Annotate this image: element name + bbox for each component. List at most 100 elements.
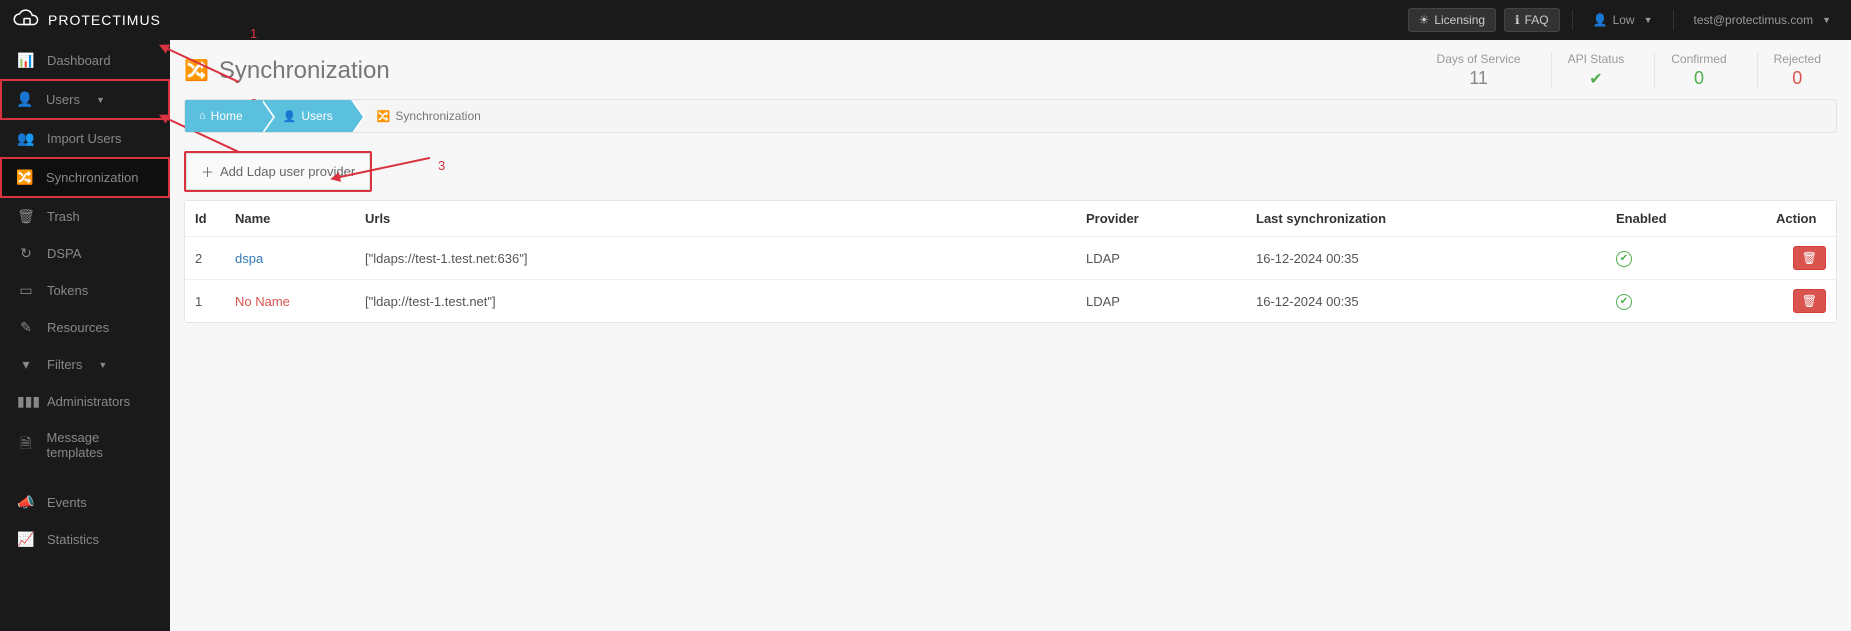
cell-id: 1 bbox=[185, 280, 225, 323]
chevron-down-icon: ▼ bbox=[96, 95, 105, 105]
sidebar-item-statistics[interactable]: 📈Statistics bbox=[0, 521, 170, 558]
main-content: 1 2 3 🔀 Synchronization Days of Service … bbox=[170, 40, 1851, 631]
stats-bar: Days of Service 11 API Status ✔ Confirme… bbox=[1421, 52, 1837, 89]
sidebar-item-trash[interactable]: 🗑 Trash bbox=[0, 198, 170, 235]
table-row: 1No Name["ldap://test-1.test.net"]LDAP16… bbox=[185, 280, 1836, 323]
separator bbox=[1673, 10, 1674, 30]
layout: 📊Dashboard 👤 Users ▼ 👥 Import Users 🔀 Synchr… bbox=[0, 40, 1851, 631]
stat-value: 0 bbox=[1671, 68, 1726, 89]
cell-enabled: ✔ bbox=[1606, 237, 1766, 280]
th-provider: Provider bbox=[1076, 201, 1246, 237]
th-id: Id bbox=[185, 201, 225, 237]
brand-name: PROTECTIMUS bbox=[48, 12, 161, 28]
chevron-down-icon: ▼ bbox=[1644, 15, 1653, 25]
cell-id: 2 bbox=[185, 237, 225, 280]
sidebar-item-events[interactable]: 📣 Events bbox=[0, 484, 170, 521]
user-icon: 👤 bbox=[283, 110, 297, 123]
document-icon: 🗎 bbox=[17, 433, 34, 457]
provider-name-link[interactable]: No Name bbox=[235, 294, 290, 309]
home-icon: ⌂ bbox=[199, 110, 206, 122]
table-head: Id Name Urls Provider Last synchronizati… bbox=[185, 201, 1836, 237]
cell-urls: ["ldaps://test-1.test.net:636"] bbox=[355, 237, 1076, 280]
th-name: Name bbox=[225, 201, 355, 237]
sidebar-label: DSPA bbox=[47, 246, 81, 261]
sidebar-item-administrators[interactable]: ▮▮▮ Administrators bbox=[0, 383, 170, 420]
table-body: 2 dspa ["ldaps://test-1.test.net:636"]LDAP… bbox=[185, 237, 1836, 323]
stat-label: Confirmed bbox=[1671, 52, 1726, 66]
breadcrumb-home[interactable]: ⌂Home bbox=[185, 100, 261, 132]
page-title: Synchronization bbox=[219, 57, 390, 85]
sidebar-item-users[interactable]: 👤 Users ▼ bbox=[0, 79, 170, 120]
bars-icon: ▮▮▮ bbox=[17, 393, 35, 410]
cell-provider: LDAP bbox=[1076, 280, 1246, 323]
sidebar-item-filters[interactable]: ▾Filters▼ bbox=[0, 346, 170, 383]
sidebar-label: Import Users bbox=[47, 131, 121, 146]
edit-icon: ✎ bbox=[17, 319, 35, 336]
brand-logo[interactable]: PROTECTIMUS bbox=[12, 9, 161, 31]
page-header: 🔀 Synchronization Days of Service 11 API… bbox=[184, 52, 1837, 89]
topbar-right: ☀Licensing ℹ FAQ 👤Low▼ test@protectimus.c… bbox=[1408, 8, 1839, 32]
sidebar-label: Resources bbox=[47, 320, 109, 335]
sidebar-label: Users bbox=[46, 92, 80, 107]
filter-icon: ▾ bbox=[17, 356, 35, 373]
info-icon: ℹ bbox=[1515, 13, 1520, 27]
trash-icon: 🗑 bbox=[17, 208, 35, 225]
trash-icon: 🗑 bbox=[1802, 251, 1817, 265]
cell-action: 🗑 bbox=[1766, 280, 1836, 323]
licensing-button[interactable]: ☀Licensing bbox=[1408, 8, 1496, 32]
provider-name-link[interactable]: dspa bbox=[235, 251, 263, 266]
stat-rejected: Rejected 0 bbox=[1757, 52, 1837, 89]
sidebar-label: Dashboard bbox=[47, 53, 111, 68]
stat-value: ✔ bbox=[1568, 68, 1625, 89]
th-action: Action bbox=[1766, 201, 1836, 237]
check-circle-icon: ✔ bbox=[1616, 251, 1632, 267]
stat-value: 0 bbox=[1774, 68, 1821, 89]
cell-name: dspa bbox=[225, 237, 355, 280]
table-header-row: Id Name Urls Provider Last synchronizati… bbox=[185, 201, 1836, 237]
sidebar-label: Statistics bbox=[47, 532, 99, 547]
delete-button[interactable]: 🗑 bbox=[1793, 246, 1826, 270]
sidebar-item-import-users[interactable]: 👥 Import Users bbox=[0, 120, 170, 157]
chevron-down-icon: ▼ bbox=[98, 360, 107, 370]
sidebar-item-resources[interactable]: ✎ Resources bbox=[0, 309, 170, 346]
stat-label: Rejected bbox=[1774, 52, 1821, 66]
sidebar-item-synchronization[interactable]: 🔀 Synchronization bbox=[0, 157, 170, 198]
faq-label: FAQ bbox=[1525, 13, 1549, 27]
delete-button[interactable]: 🗑 bbox=[1793, 289, 1826, 313]
add-button-highlight: ＋ Add Ldap user provider bbox=[184, 151, 372, 192]
breadcrumb: ⌂Home 👤Users 🔀Synchronization bbox=[184, 99, 1837, 133]
faq-button[interactable]: ℹ FAQ bbox=[1504, 8, 1560, 32]
th-urls: Urls bbox=[355, 201, 1076, 237]
chevron-down-icon: ▼ bbox=[1822, 15, 1831, 25]
page-title-wrap: 🔀 Synchronization bbox=[184, 57, 390, 85]
refresh-icon: ↻ bbox=[17, 245, 35, 262]
sync-icon: 🔀 bbox=[16, 169, 34, 186]
sun-icon: ☀ bbox=[1419, 13, 1430, 27]
th-last-sync: Last synchronization bbox=[1246, 201, 1606, 237]
sidebar-label: Synchronization bbox=[46, 170, 139, 185]
sidebar-label: Trash bbox=[47, 209, 80, 224]
sync-icon: 🔀 bbox=[184, 58, 209, 83]
stat-value: 11 bbox=[1437, 68, 1521, 89]
sidebar-item-dashboard[interactable]: 📊Dashboard bbox=[0, 42, 170, 79]
cell-provider: LDAP bbox=[1076, 237, 1246, 280]
megaphone-icon: 📣 bbox=[17, 494, 35, 511]
add-ldap-provider-button[interactable]: ＋ Add Ldap user provider bbox=[186, 153, 370, 190]
sidebar-item-dspa[interactable]: ↻ DSPA bbox=[0, 235, 170, 272]
sidebar-label: Administrators bbox=[47, 394, 130, 409]
stat-confirmed: Confirmed 0 bbox=[1654, 52, 1742, 89]
stat-days: Days of Service 11 bbox=[1421, 52, 1537, 89]
group-icon: 👥 bbox=[17, 130, 35, 147]
status-menu[interactable]: 👤Low▼ bbox=[1585, 13, 1661, 27]
stat-label: API Status bbox=[1568, 52, 1625, 66]
stat-api: API Status ✔ bbox=[1551, 52, 1641, 89]
stat-label: Days of Service bbox=[1437, 52, 1521, 66]
account-menu[interactable]: test@protectimus.com▼ bbox=[1686, 13, 1839, 27]
table-row: 2 dspa ["ldaps://test-1.test.net:636"]LDAP… bbox=[185, 237, 1836, 280]
user-icon: 👤 bbox=[16, 91, 34, 108]
sidebar-label: Events bbox=[47, 495, 87, 510]
cell-name: No Name bbox=[225, 280, 355, 323]
sidebar-item-tokens[interactable]: ▭Tokens bbox=[0, 272, 170, 309]
cloud-lock-icon bbox=[12, 9, 42, 31]
sidebar-item-message-templates[interactable]: 🗎Message templates bbox=[0, 420, 170, 470]
